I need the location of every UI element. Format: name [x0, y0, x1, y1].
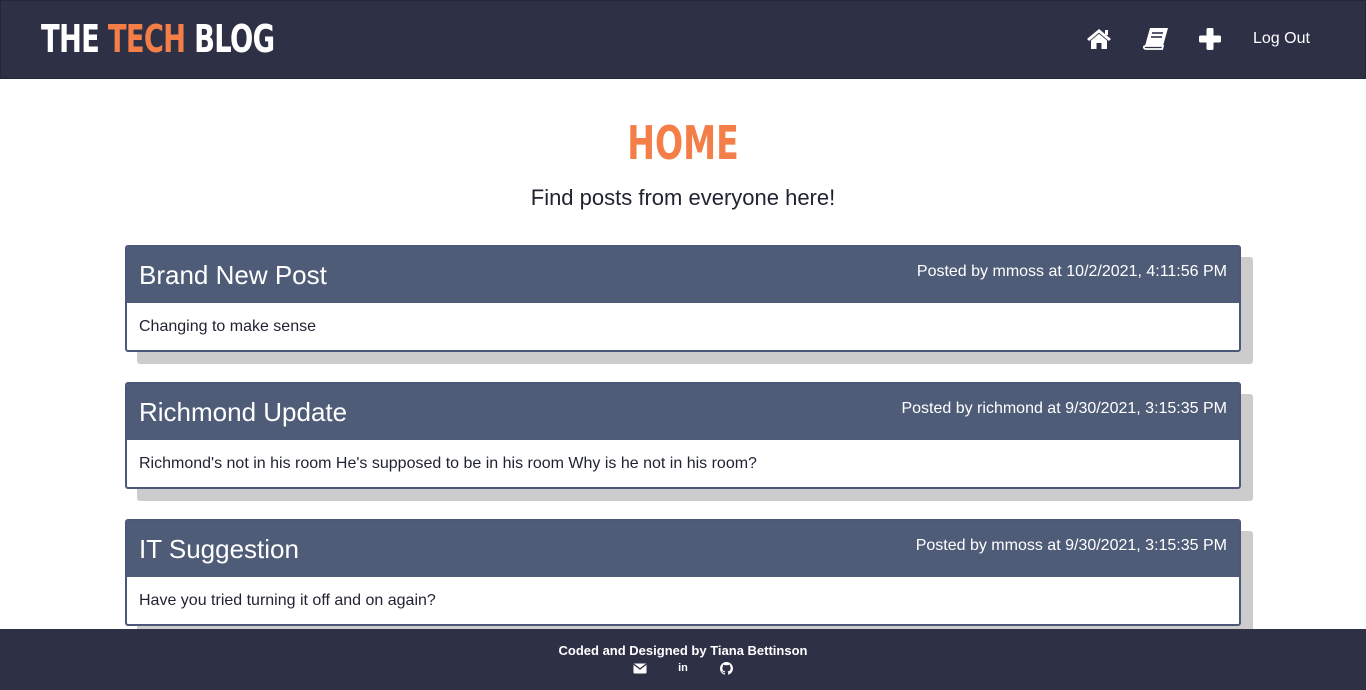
page-subtitle: Find posts from everyone here! [530, 185, 836, 210]
post-card-header: Brand New Post Posted by mmoss at 10/2/2… [127, 247, 1239, 303]
brand-accent: TECH [107, 17, 186, 61]
linkedin-icon[interactable]: in [678, 662, 688, 674]
post-body: Have you tried turning it off and on aga… [139, 592, 436, 609]
top-navbar: THE TECH BLOG Log Out [0, 0, 1366, 79]
post-meta: Posted by mmoss at 10/2/2021, 4:11:56 PM [916, 263, 1227, 280]
github-link[interactable] [719, 661, 733, 675]
post-card[interactable]: Brand New Post Posted by mmoss at 10/2/2… [125, 245, 1241, 352]
post-card[interactable]: IT Suggestion Posted by mmoss at 9/30/20… [125, 519, 1241, 626]
linkedin-link[interactable]: in [676, 661, 690, 675]
post-meta: Posted by richmond at 9/30/2021, 3:15:35… [901, 400, 1227, 417]
nav-home-link[interactable] [1086, 23, 1112, 55]
footer: Coded and Designed by Tiana Bettinson in [0, 629, 1366, 690]
post-meta: Posted by mmoss at 9/30/2021, 3:15:35 PM [915, 537, 1227, 554]
nav-dashboard-link[interactable] [1142, 23, 1170, 55]
footer-credit: Coded and Designed by Tiana Bettinson [558, 643, 808, 658]
post-title[interactable]: Richmond Update [139, 396, 347, 428]
footer-social-links: in [0, 661, 1366, 675]
email-link[interactable] [633, 661, 647, 675]
post-body: Richmond's not in his room He's supposed… [139, 455, 757, 472]
logout-link[interactable]: Log Out [1253, 23, 1310, 55]
nav-new-post-link[interactable] [1198, 23, 1222, 55]
post-body: Changing to make sense [139, 318, 316, 335]
post-title[interactable]: IT Suggestion [139, 533, 299, 565]
book-icon[interactable] [1142, 27, 1170, 51]
page-title: HOME [627, 116, 739, 170]
plus-icon[interactable] [1198, 27, 1222, 51]
brand-part-2: BLOG [185, 17, 275, 61]
post-card[interactable]: Richmond Update Posted by richmond at 9/… [125, 382, 1241, 489]
github-icon[interactable] [719, 661, 733, 675]
brand-part-1: THE [41, 17, 108, 61]
home-icon[interactable] [1086, 28, 1112, 50]
post-card-header: Richmond Update Posted by richmond at 9/… [127, 384, 1239, 440]
post-card-header: IT Suggestion Posted by mmoss at 9/30/20… [127, 521, 1239, 577]
envelope-icon[interactable] [633, 663, 647, 674]
post-title[interactable]: Brand New Post [139, 259, 327, 291]
site-logo[interactable]: THE TECH BLOG [41, 15, 275, 63]
